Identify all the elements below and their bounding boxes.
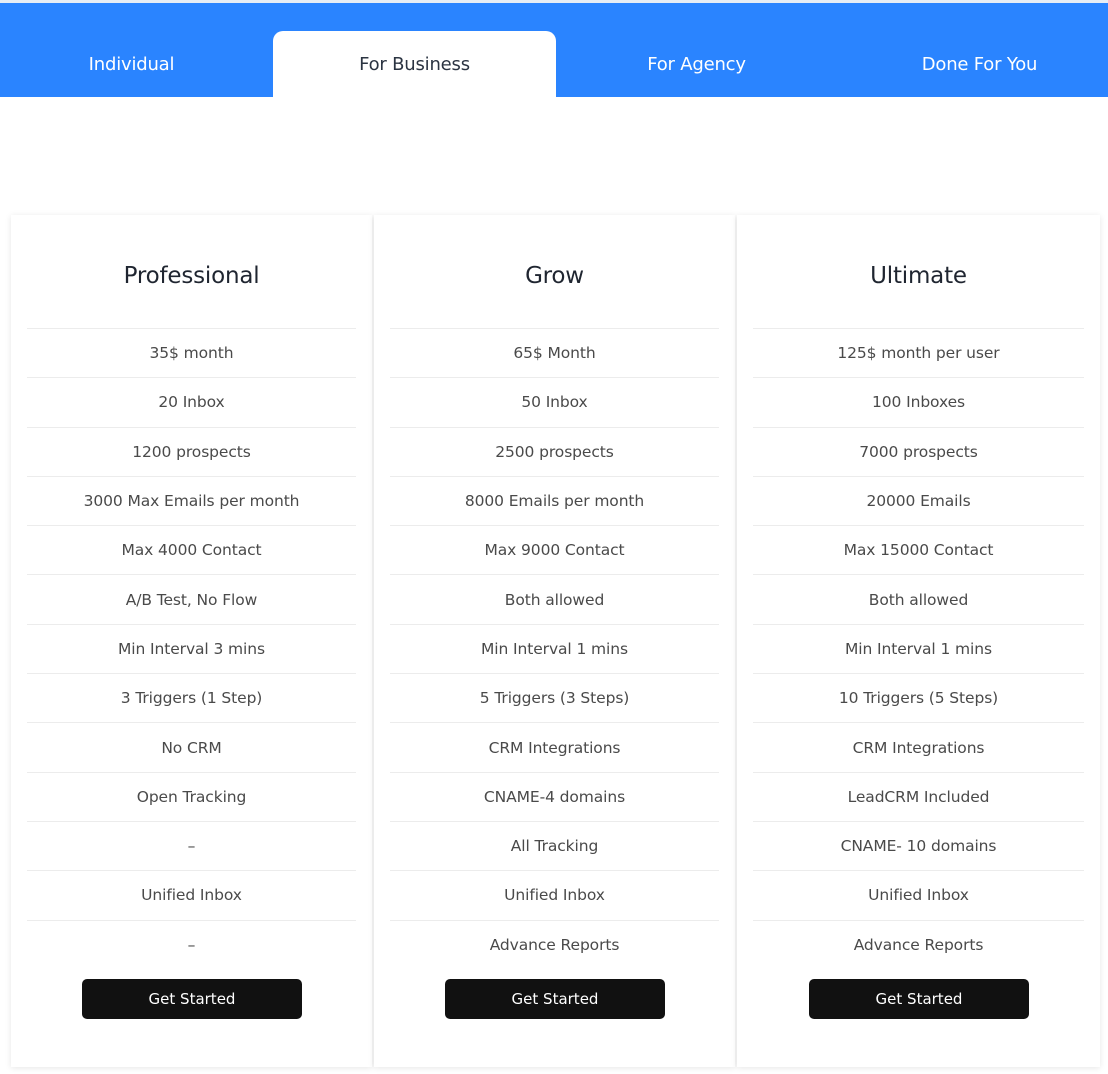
feature-prospects: 2500 prospects [390,426,719,476]
feature-emails: 20000 Emails [753,475,1084,525]
plan-card-professional: Professional 35$ month 20 Inbox 1200 pro… [11,215,372,1067]
feature-interval: Min Interval 1 mins [390,623,719,673]
feature-list-item: – [27,820,356,870]
feature-list: 125$ month per user 100 Inboxes 7000 pro… [753,328,1084,969]
pricing-tab-bar: Individual For Business For Agency Done … [0,3,1108,97]
feature-testing: Both allowed [753,574,1084,623]
feature-cname: CNAME- 10 domains [753,820,1084,870]
plan-title: Ultimate [870,263,967,289]
feature-unified-inbox: Unified Inbox [753,870,1084,919]
get-started-button[interactable]: Get Started [809,979,1029,1019]
tab-for-business[interactable]: For Business [273,31,556,97]
feature-interval: Min Interval 3 mins [27,623,356,673]
feature-prospects: 1200 prospects [27,426,356,476]
feature-crm: No CRM [27,722,356,771]
plan-card-grow: Grow 65$ Month 50 Inbox 2500 prospects 8… [374,215,735,1067]
feature-unified-inbox: Unified Inbox [390,870,719,919]
feature-tracking: Open Tracking [27,771,356,821]
feature-inboxes: 100 Inboxes [753,377,1084,426]
plan-title: Professional [123,263,260,289]
feature-crm: CRM Integrations [753,722,1084,771]
feature-inboxes: 20 Inbox [27,377,356,426]
plan-title: Grow [525,263,584,289]
feature-price: 35$ month [27,328,356,377]
plan-card-ultimate: Ultimate 125$ month per user 100 Inboxes… [737,215,1100,1067]
feature-inboxes: 50 Inbox [390,377,719,426]
feature-crm: CRM Integrations [390,722,719,771]
get-started-button[interactable]: Get Started [445,979,665,1019]
feature-unified-inbox: Unified Inbox [27,870,356,919]
feature-testing: A/B Test, No Flow [27,574,356,623]
feature-emails: 8000 Emails per month [390,475,719,525]
feature-list: 35$ month 20 Inbox 1200 prospects 3000 M… [27,328,356,969]
feature-triggers: 5 Triggers (3 Steps) [390,673,719,722]
tab-for-agency[interactable]: For Agency [555,31,838,97]
feature-leadcrm: LeadCRM Included [753,771,1084,821]
feature-reports: – [27,919,356,969]
feature-contacts: Max 9000 Contact [390,525,719,574]
feature-contacts: Max 4000 Contact [27,525,356,574]
feature-price: 65$ Month [390,328,719,377]
feature-list: 65$ Month 50 Inbox 2500 prospects 8000 E… [390,328,719,969]
feature-triggers: 10 Triggers (5 Steps) [753,673,1084,722]
feature-tracking: All Tracking [390,820,719,870]
pricing-cards: Professional 35$ month 20 Inbox 1200 pro… [11,215,1100,1067]
tab-done-for-you[interactable]: Done For You [838,31,1108,97]
feature-reports: Advance Reports [390,919,719,969]
feature-interval: Min Interval 1 mins [753,623,1084,673]
feature-price: 125$ month per user [753,328,1084,377]
get-started-button[interactable]: Get Started [82,979,302,1019]
feature-testing: Both allowed [390,574,719,623]
feature-prospects: 7000 prospects [753,426,1084,476]
feature-emails: 3000 Max Emails per month [27,475,356,525]
feature-reports: Advance Reports [753,919,1084,969]
feature-cname: CNAME-4 domains [390,771,719,821]
feature-triggers: 3 Triggers (1 Step) [27,673,356,722]
feature-contacts: Max 15000 Contact [753,525,1084,574]
tab-individual[interactable]: Individual [0,31,273,97]
